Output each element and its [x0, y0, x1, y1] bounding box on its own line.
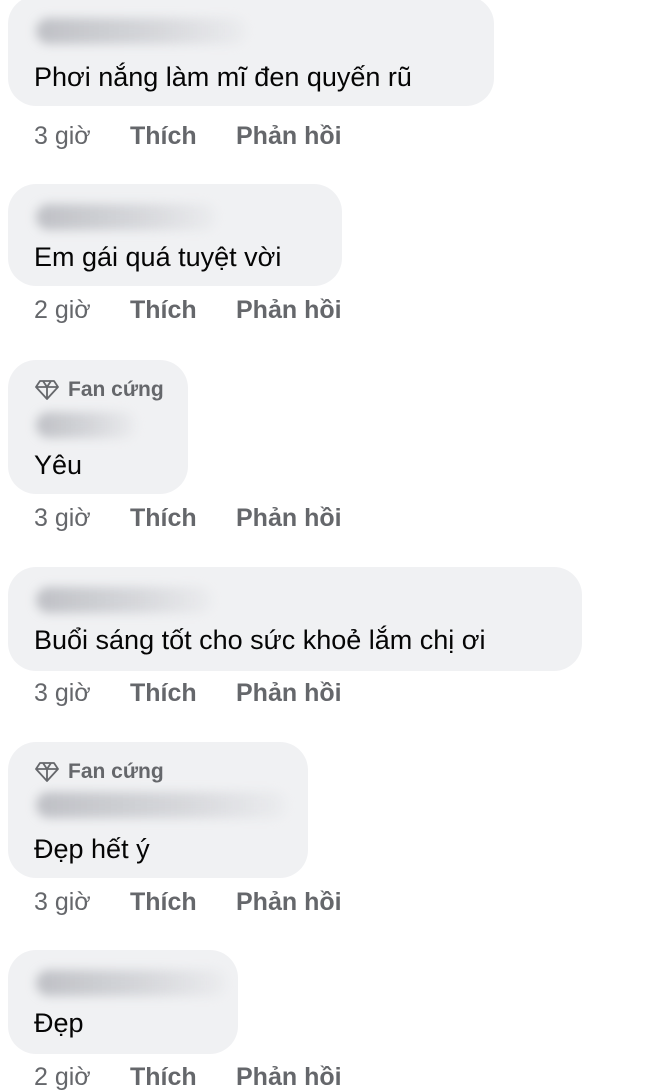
comment-text: Đẹp: [34, 1008, 84, 1038]
reply-button[interactable]: Phản hồi: [236, 679, 342, 708]
author-name-blurred[interactable]: [36, 412, 136, 438]
comment-bubble[interactable]: Fan cứng Đẹp hết ý: [8, 742, 308, 878]
comment-actions: 3 giờ Thích Phản hồi: [34, 504, 342, 533]
badge-label: Fan cứng: [68, 378, 164, 401]
diamond-icon: [35, 762, 59, 782]
comment-actions: 3 giờ Thích Phản hồi: [34, 679, 342, 708]
comment-text: Phơi nắng làm mĩ đen quyến rũ: [34, 62, 412, 92]
badge-label: Fan cứng: [68, 760, 164, 783]
like-button[interactable]: Thích: [130, 1063, 236, 1092]
fan-badge: Fan cứng: [35, 760, 164, 784]
comment-item: Fan cứng Yêu 3 giờ Thích Phản hồi: [8, 360, 342, 532]
like-button[interactable]: Thích: [130, 679, 236, 708]
comment-time[interactable]: 3 giờ: [34, 679, 130, 708]
like-button[interactable]: Thích: [130, 888, 236, 917]
comment-bubble[interactable]: Đẹp: [8, 950, 238, 1054]
comment-bubble[interactable]: Em gái quá tuyệt vời: [8, 184, 342, 286]
comment-item: Buổi sáng tốt cho sức khoẻ lắm chị ơi 3 …: [8, 567, 582, 707]
comment-time[interactable]: 2 giờ: [34, 296, 130, 325]
author-name-blurred[interactable]: [36, 792, 286, 818]
like-button[interactable]: Thích: [130, 504, 236, 533]
comment-bubble[interactable]: Phơi nắng làm mĩ đen quyến rũ: [8, 0, 494, 106]
comment-time[interactable]: 3 giờ: [34, 122, 130, 151]
like-button[interactable]: Thích: [130, 296, 236, 325]
comment-actions: 2 giờ Thích Phản hồi: [34, 1063, 342, 1092]
comment-bubble[interactable]: Buổi sáng tốt cho sức khoẻ lắm chị ơi: [8, 567, 582, 671]
fan-badge: Fan cứng: [35, 378, 164, 402]
author-name-blurred[interactable]: [36, 587, 212, 613]
comment-text: Yêu: [34, 450, 83, 480]
comment-actions: 3 giờ Thích Phản hồi: [34, 122, 342, 151]
reply-button[interactable]: Phản hồi: [236, 1063, 342, 1092]
comment-time[interactable]: 3 giờ: [34, 888, 130, 917]
comment-time[interactable]: 2 giờ: [34, 1063, 130, 1092]
reply-button[interactable]: Phản hồi: [236, 122, 342, 151]
comment-text: Em gái quá tuyệt vời: [34, 242, 282, 272]
comment-item: Em gái quá tuyệt vời 2 giờ Thích Phản hồ…: [8, 184, 342, 324]
comment-time[interactable]: 3 giờ: [34, 504, 130, 533]
comment-text: Buổi sáng tốt cho sức khoẻ lắm chị ơi: [34, 625, 486, 655]
reply-button[interactable]: Phản hồi: [236, 296, 342, 325]
comment-actions: 3 giờ Thích Phản hồi: [34, 888, 342, 917]
reply-button[interactable]: Phản hồi: [236, 504, 342, 533]
comment-item: Fan cứng Đẹp hết ý 3 giờ Thích Phản hồi: [8, 742, 342, 916]
author-name-blurred[interactable]: [36, 18, 246, 44]
reply-button[interactable]: Phản hồi: [236, 888, 342, 917]
author-name-blurred[interactable]: [36, 970, 226, 996]
comment-text: Đẹp hết ý: [34, 834, 150, 864]
comment-item: Phơi nắng làm mĩ đen quyến rũ 3 giờ Thíc…: [8, 0, 494, 150]
diamond-icon: [35, 380, 59, 400]
comment-item: Đẹp 2 giờ Thích Phản hồi: [8, 950, 342, 1091]
author-name-blurred[interactable]: [36, 204, 216, 230]
like-button[interactable]: Thích: [130, 122, 236, 151]
comment-bubble[interactable]: Fan cứng Yêu: [8, 360, 188, 494]
comment-actions: 2 giờ Thích Phản hồi: [34, 296, 342, 325]
